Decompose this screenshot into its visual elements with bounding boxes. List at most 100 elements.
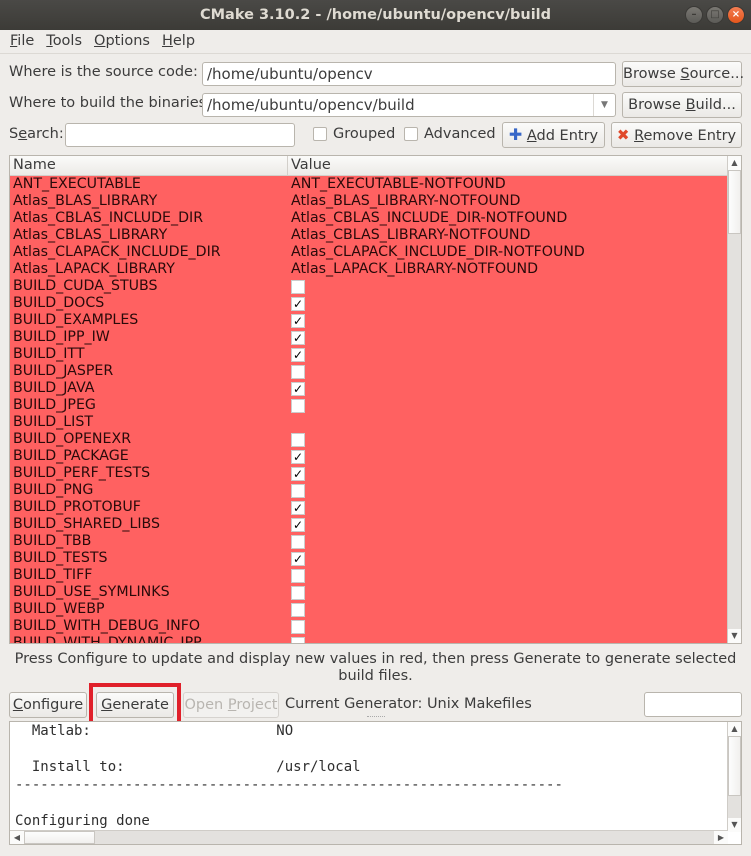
unchecked-checkbox[interactable] (291, 602, 305, 617)
unchecked-checkbox[interactable] (291, 483, 305, 498)
output-scroll-right-icon[interactable]: ▶ (714, 831, 728, 844)
table-row[interactable]: BUILD_IPP_IW ✓ (10, 329, 728, 346)
add-entry-button[interactable]: ✚ Add Entry (502, 122, 605, 148)
checked-checkbox[interactable]: ✓ (291, 296, 305, 311)
cache-entry-value[interactable] (288, 414, 291, 431)
checked-checkbox[interactable]: ✓ (291, 500, 305, 515)
table-row[interactable]: BUILD_PNG (10, 482, 728, 499)
table-row[interactable]: BUILD_JPEG (10, 397, 728, 414)
browse-source-button[interactable]: Browse Source... (622, 61, 744, 87)
minimize-button[interactable]: – (685, 6, 703, 24)
source-path-input[interactable]: /home/ubuntu/opencv (202, 62, 616, 86)
advanced-checkbox-box[interactable] (404, 127, 418, 141)
remove-entry-button[interactable]: ✖ Remove Entry (611, 122, 742, 148)
table-row[interactable]: Atlas_CLAPACK_INCLUDE_DIR Atlas_CLAPACK_I… (10, 244, 728, 261)
table-row[interactable]: BUILD_LIST (10, 414, 728, 431)
table-row[interactable]: BUILD_JASPER (10, 363, 728, 380)
unchecked-checkbox[interactable] (291, 398, 305, 413)
unchecked-checkbox[interactable] (291, 568, 305, 583)
scroll-down-arrow-icon[interactable]: ▼ (728, 629, 741, 643)
unchecked-checkbox[interactable] (291, 636, 305, 643)
table-row[interactable]: BUILD_TBB (10, 533, 728, 550)
unchecked-checkbox[interactable] (291, 432, 305, 447)
scrollbar-thumb[interactable] (728, 170, 741, 234)
output-horizontal-scrollbar[interactable]: ◀ ▶ (10, 830, 728, 844)
search-label-mnemonic: e (18, 126, 28, 142)
unchecked-checkbox[interactable] (291, 279, 305, 294)
scroll-up-arrow-icon[interactable]: ▲ (728, 156, 741, 170)
cache-entry-value[interactable]: Atlas_CBLAS_LIBRARY-NOTFOUND (288, 227, 530, 244)
unchecked-checkbox[interactable] (291, 364, 305, 379)
output-vertical-scrollbar[interactable]: ▲ ▼ (727, 722, 741, 832)
splitter-handle[interactable] (367, 716, 385, 719)
maximize-button[interactable]: □ (706, 6, 724, 24)
chevron-down-icon[interactable]: ▼ (593, 94, 615, 116)
search-input[interactable] (65, 123, 295, 147)
unchecked-checkbox[interactable] (291, 534, 305, 549)
cache-entry-name: BUILD_PACKAGE (13, 448, 129, 464)
checked-checkbox[interactable]: ✓ (291, 466, 305, 481)
checked-checkbox[interactable]: ✓ (291, 449, 305, 464)
table-row[interactable]: Atlas_LAPACK_LIBRARY Atlas_LAPACK_LIBRARY… (10, 261, 728, 278)
cache-entry-value: ✓ (288, 295, 305, 312)
cache-entry-value[interactable]: ANT_EXECUTABLE-NOTFOUND (288, 176, 506, 193)
output-scroll-down-icon[interactable]: ▼ (728, 818, 741, 832)
output-scroll-left-icon[interactable]: ◀ (10, 831, 24, 844)
hint-text: Press Configure to update and display ne… (14, 651, 737, 684)
table-row[interactable]: BUILD_SHARED_LIBS ✓ (10, 516, 728, 533)
table-row[interactable]: BUILD_USE_SYMLINKS (10, 584, 728, 601)
cache-entry-name: BUILD_ITT (13, 346, 85, 362)
cache-entry-value[interactable]: Atlas_LAPACK_LIBRARY-NOTFOUND (288, 261, 538, 278)
table-row[interactable]: Atlas_CBLAS_LIBRARY Atlas_CBLAS_LIBRARY-N… (10, 227, 728, 244)
configure-label: onfigure (22, 697, 84, 713)
table-row[interactable]: BUILD_WEBP (10, 601, 728, 618)
table-row[interactable]: BUILD_ITT ✓ (10, 346, 728, 363)
menu-file[interactable]: File (4, 30, 40, 53)
table-row[interactable]: ANT_EXECUTABLE ANT_EXECUTABLE-NOTFOUND (10, 176, 728, 193)
table-row[interactable]: Atlas_CBLAS_INCLUDE_DIR Atlas_CBLAS_INCLU… (10, 210, 728, 227)
table-row[interactable]: BUILD_TIFF (10, 567, 728, 584)
table-row[interactable]: BUILD_WITH_DEBUG_INFO (10, 618, 728, 635)
build-path-combo[interactable]: /home/ubuntu/opencv/build ▼ (202, 93, 616, 117)
table-row[interactable]: BUILD_JAVA ✓ (10, 380, 728, 397)
output-hscrollbar-thumb[interactable] (24, 831, 95, 844)
table-row[interactable]: Atlas_BLAS_LIBRARY Atlas_BLAS_LIBRARY-NOT… (10, 193, 728, 210)
column-header-name[interactable]: Name (10, 156, 288, 175)
table-row[interactable]: BUILD_CUDA_STUBS (10, 278, 728, 295)
browse-build-button[interactable]: Browse Build... (622, 92, 742, 118)
cache-entry-value[interactable]: Atlas_BLAS_LIBRARY-NOTFOUND (288, 193, 520, 210)
grouped-checkbox[interactable]: Grouped (313, 126, 395, 142)
output-log[interactable]: Matlab: NO Install to: /usr/local -------… (9, 721, 742, 845)
checked-checkbox[interactable]: ✓ (291, 313, 305, 328)
unchecked-checkbox[interactable] (291, 619, 305, 634)
cache-entry-value[interactable]: Atlas_CBLAS_INCLUDE_DIR-NOTFOUND (288, 210, 567, 227)
table-row[interactable]: BUILD_PROTOBUF ✓ (10, 499, 728, 516)
cache-entry-value[interactable]: Atlas_CLAPACK_INCLUDE_DIR-NOTFOUND (288, 244, 585, 261)
column-header-value[interactable]: Value (288, 156, 331, 175)
table-row[interactable]: BUILD_EXAMPLES ✓ (10, 312, 728, 329)
close-button[interactable]: × (727, 6, 745, 24)
menu-tools[interactable]: Tools (40, 30, 88, 53)
checked-checkbox[interactable]: ✓ (291, 551, 305, 566)
advanced-checkbox[interactable]: Advanced (404, 126, 496, 142)
table-row[interactable]: BUILD_PACKAGE ✓ (10, 448, 728, 465)
table-row[interactable]: BUILD_DOCS ✓ (10, 295, 728, 312)
menu-help[interactable]: Help (156, 30, 201, 53)
table-row[interactable]: BUILD_WITH_DYNAMIC_IPP (10, 635, 728, 643)
unchecked-checkbox[interactable] (291, 585, 305, 600)
checked-checkbox[interactable]: ✓ (291, 330, 305, 345)
table-row[interactable]: BUILD_TESTS ✓ (10, 550, 728, 567)
open-project-button[interactable]: Open Project (183, 692, 279, 718)
output-scrollbar-thumb[interactable] (728, 736, 741, 796)
grouped-checkbox-box[interactable] (313, 127, 327, 141)
table-row[interactable]: BUILD_PERF_TESTS ✓ (10, 465, 728, 482)
table-row[interactable]: BUILD_OPENEXR (10, 431, 728, 448)
output-scroll-up-icon[interactable]: ▲ (728, 722, 741, 736)
configure-button[interactable]: Configure (9, 692, 87, 718)
checked-checkbox[interactable]: ✓ (291, 347, 305, 362)
menu-options[interactable]: Options (88, 30, 156, 53)
table-vertical-scrollbar[interactable]: ▲ ▼ (727, 156, 741, 643)
checked-checkbox[interactable]: ✓ (291, 517, 305, 532)
checked-checkbox[interactable]: ✓ (291, 381, 305, 396)
